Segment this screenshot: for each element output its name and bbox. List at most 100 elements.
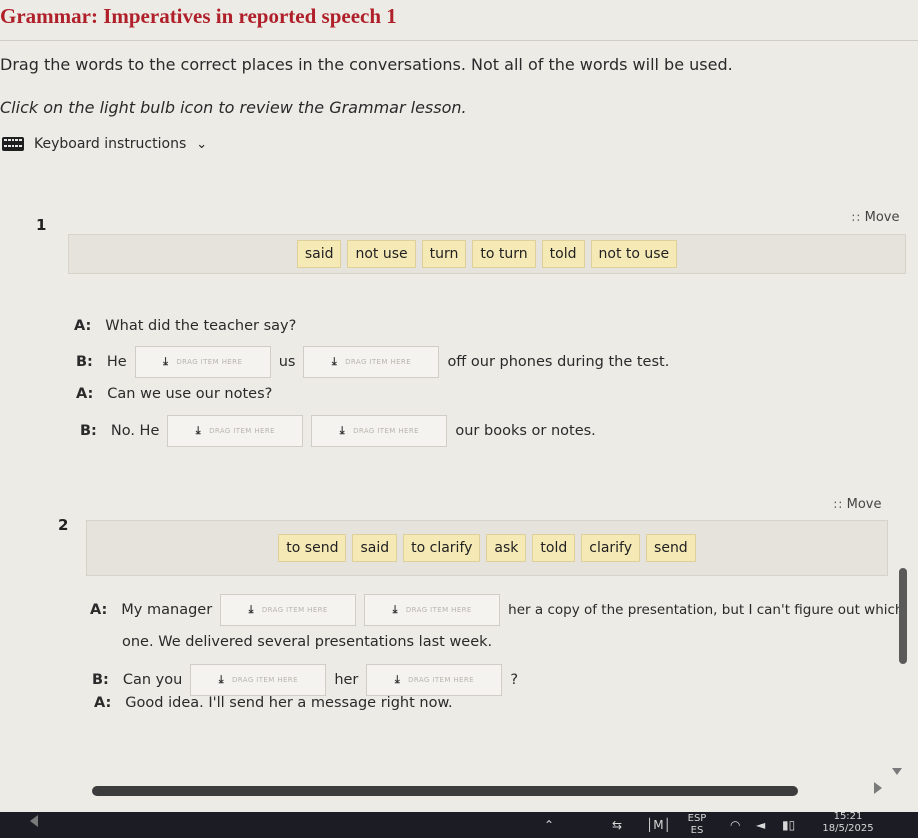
dialog-text: off our phones during the test. <box>447 354 670 370</box>
word-chip[interactable]: ask <box>486 534 527 562</box>
language-bottom: ES <box>690 825 704 836</box>
speaker-label: A: <box>74 318 92 334</box>
drop-zone[interactable]: ⤓ DRAG ITEM HERE <box>311 415 448 447</box>
drop-placeholder: DRAG ITEM HERE <box>261 606 328 614</box>
word-chip[interactable]: clarify <box>581 534 641 562</box>
speaker-label: B: <box>76 354 93 370</box>
speaker-label: A: <box>94 695 112 711</box>
clock[interactable]: 15:21 18/5/2025 <box>812 811 884 835</box>
volume-icon[interactable]: ◄ <box>756 818 765 832</box>
question-number: 1 <box>36 216 47 234</box>
keyboard-instructions-toggle[interactable]: Keyboard instructions ⌄ <box>2 136 207 152</box>
drop-placeholder: DRAG ITEM HERE <box>405 606 472 614</box>
dialog-text: He <box>106 354 127 370</box>
drop-placeholder: DRAG ITEM HERE <box>408 676 474 684</box>
dialog-text: What did the teacher say? <box>105 318 297 334</box>
keyboard-instructions-label: Keyboard instructions <box>34 136 187 152</box>
vertical-scrollbar[interactable] <box>899 568 907 664</box>
title-divider <box>0 40 918 41</box>
word-chip[interactable]: said <box>296 240 342 268</box>
word-chip[interactable]: send <box>646 534 696 562</box>
move-handle[interactable]: ∷ Move <box>834 497 882 512</box>
speaker-label: A: <box>90 602 108 618</box>
drop-zone[interactable]: ⤓ DRAG ITEM HERE <box>167 415 304 447</box>
dialog-text: her <box>334 672 359 688</box>
drop-placeholder: DRAG ITEM HERE <box>345 358 412 366</box>
word-chip[interactable]: turn <box>421 240 467 268</box>
wifi-icon[interactable]: ◠ <box>730 818 740 832</box>
drag-arrow-icon: ⤓ <box>195 424 202 437</box>
drop-placeholder: DRAG ITEM HERE <box>209 427 275 435</box>
dialog-line: B: No. He ⤓ DRAG ITEM HERE ⤓ DRAG ITEM HER… <box>80 415 596 447</box>
drop-zone[interactable]: ⤓ DRAG ITEM HERE <box>364 594 501 626</box>
dialog-text: Can we use our notes? <box>107 386 273 402</box>
word-chip[interactable]: not use <box>347 240 416 268</box>
scroll-left-icon[interactable] <box>30 815 38 827</box>
chevron-down-icon: ⌄ <box>196 136 208 152</box>
word-chip[interactable]: to send <box>278 534 347 562</box>
word-chip[interactable]: told <box>532 534 576 562</box>
ime-icon[interactable]: │M│ <box>646 818 671 832</box>
dialog-text: her a copy of the presentation, but I ca… <box>508 602 904 618</box>
grip-icon: ∷ <box>834 497 842 512</box>
drop-placeholder: DRAG ITEM HERE <box>353 427 419 435</box>
clock-time: 15:21 <box>833 811 863 822</box>
chevron-up-icon[interactable]: ⌃ <box>544 818 554 832</box>
drag-arrow-icon: ⤓ <box>248 603 254 616</box>
word-bank: said not use turn to turn told not to us… <box>68 234 906 274</box>
move-label: Move <box>846 497 882 512</box>
taskbar <box>0 812 918 838</box>
dialog-text: My manager <box>121 602 213 618</box>
word-chip[interactable]: told <box>541 240 585 268</box>
drop-zone[interactable]: ⤓ DRAG ITEM HERE <box>190 664 327 696</box>
drag-arrow-icon: ⤓ <box>218 673 224 686</box>
word-bank: to send said to clarify ask told clarify… <box>86 520 888 576</box>
drag-arrow-icon: ⤓ <box>339 424 346 437</box>
drop-zone[interactable]: ⤓ DRAG ITEM HERE <box>303 346 440 378</box>
dialog-text: ? <box>510 672 519 688</box>
page-title: Grammar: Imperatives in reported speech … <box>0 4 397 28</box>
speaker-label: B: <box>92 672 109 688</box>
language-top: ESP <box>687 813 707 824</box>
speaker-label: B: <box>80 423 97 439</box>
dialog-text: Can you <box>122 672 183 688</box>
dialog-text: No. He <box>110 423 160 439</box>
word-chip[interactable]: to clarify <box>403 534 481 562</box>
dialog-line: B: Can you ⤓ DRAG ITEM HERE her ⤓ DRAG ITE… <box>92 664 518 696</box>
keyboard-icon <box>2 137 24 151</box>
drop-placeholder: DRAG ITEM HERE <box>232 676 298 684</box>
word-chip[interactable]: not to use <box>590 240 678 268</box>
word-chip[interactable]: to turn <box>472 240 536 268</box>
drag-arrow-icon: ⤓ <box>394 673 401 686</box>
scroll-down-icon[interactable] <box>892 768 902 775</box>
network-icon[interactable]: ⇆ <box>612 818 622 832</box>
dialog-text: our books or notes. <box>455 423 596 439</box>
horizontal-scrollbar[interactable] <box>92 786 798 796</box>
speaker-label: A: <box>76 386 94 402</box>
dialog-text: us <box>278 354 296 370</box>
move-label: Move <box>864 210 900 225</box>
drop-zone[interactable]: ⤓ DRAG ITEM HERE <box>220 594 357 626</box>
drop-zone[interactable]: ⤓ DRAG ITEM HERE <box>366 664 503 696</box>
dialog-line: A: What did the teacher say? <box>74 318 296 334</box>
language-indicator[interactable]: ESP ES <box>680 813 714 837</box>
instruction-text: Drag the words to the correct places in … <box>0 55 733 74</box>
drag-arrow-icon: ⤓ <box>163 355 169 368</box>
battery-icon[interactable]: ▮▯ <box>782 818 795 832</box>
grip-icon: ∷ <box>852 210 860 225</box>
move-handle[interactable]: ∷ Move <box>852 210 900 225</box>
dialog-line: A: My manager ⤓ DRAG ITEM HERE ⤓ DRAG ITEM… <box>90 594 904 626</box>
dialog-continuation: one. We delivered several presentations … <box>122 634 493 650</box>
word-chip[interactable]: said <box>352 534 398 562</box>
drop-placeholder: DRAG ITEM HERE <box>176 358 243 366</box>
scroll-right-icon[interactable] <box>874 782 882 794</box>
question-number: 2 <box>58 516 69 534</box>
dialog-line: B: He ⤓ DRAG ITEM HERE us ⤓ DRAG ITEM HERE… <box>76 346 669 378</box>
dialog-text: Good idea. I'll send her a message right… <box>125 695 453 711</box>
drag-arrow-icon: ⤓ <box>331 355 338 368</box>
clock-date: 18/5/2025 <box>822 823 874 834</box>
dialog-line: A: Good idea. I'll send her a message ri… <box>94 695 453 711</box>
grammar-hint-text: Click on the light bulb icon to review t… <box>0 98 467 117</box>
drop-zone[interactable]: ⤓ DRAG ITEM HERE <box>134 346 271 378</box>
drag-arrow-icon: ⤓ <box>392 603 398 616</box>
